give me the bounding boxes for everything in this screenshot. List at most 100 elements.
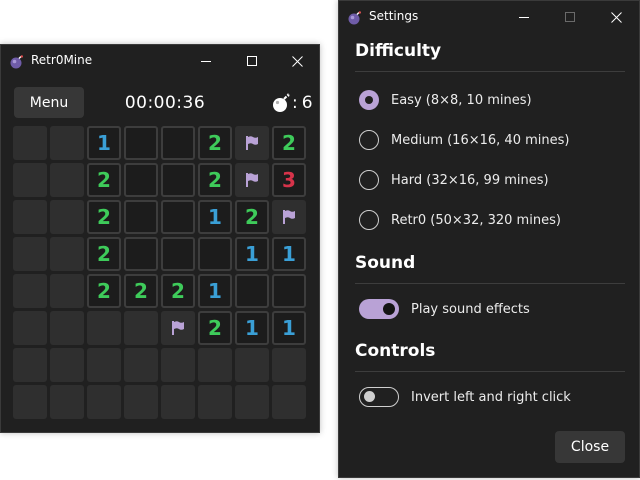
cell-hidden[interactable]	[13, 385, 47, 419]
cell-empty[interactable]	[161, 200, 195, 234]
difficulty-option-hard[interactable]: Hard (32×16, 99 mines)	[359, 168, 549, 192]
difficulty-option-retr0[interactable]: Retr0 (50×32, 320 mines)	[359, 208, 561, 232]
cell-hidden[interactable]	[235, 385, 269, 419]
cell-number[interactable]: 2	[124, 274, 158, 308]
cell-number[interactable]: 2	[87, 274, 121, 308]
bomb-icon	[273, 93, 290, 112]
sound-effects-toggle[interactable]	[359, 299, 399, 319]
radio-label: Retr0 (50×32, 320 mines)	[391, 212, 561, 228]
cell-hidden[interactable]	[124, 385, 158, 419]
cell-number[interactable]: 2	[198, 163, 232, 197]
cell-hidden[interactable]	[50, 126, 84, 160]
minimize-button[interactable]	[183, 45, 229, 77]
section-divider	[355, 71, 625, 72]
radio-button[interactable]	[359, 130, 379, 150]
cell-hidden[interactable]	[13, 311, 47, 345]
cell-hidden[interactable]	[87, 311, 121, 345]
cell-number[interactable]: 1	[198, 274, 232, 308]
cell-empty[interactable]	[161, 163, 195, 197]
cell-empty[interactable]	[124, 200, 158, 234]
cell-hidden[interactable]	[13, 200, 47, 234]
cell-hidden[interactable]	[50, 274, 84, 308]
cell-number-label: 1	[282, 242, 296, 266]
cell-number[interactable]: 1	[235, 237, 269, 271]
cell-empty[interactable]	[272, 274, 306, 308]
cell-number[interactable]: 1	[235, 311, 269, 345]
cell-number[interactable]: 2	[235, 200, 269, 234]
radio-button[interactable]	[359, 170, 379, 190]
cell-number[interactable]: 2	[198, 126, 232, 160]
toggle-label: Invert left and right click	[411, 389, 571, 405]
cell-hidden[interactable]	[87, 348, 121, 382]
cell-number[interactable]: 1	[272, 237, 306, 271]
cell-number[interactable]: 1	[87, 126, 121, 160]
sound-effects-setting[interactable]: Play sound effects	[359, 298, 530, 320]
invert-click-setting[interactable]: Invert left and right click	[359, 386, 571, 408]
cell-empty[interactable]	[124, 237, 158, 271]
cell-hidden[interactable]	[13, 163, 47, 197]
cell-empty[interactable]	[161, 237, 195, 271]
cell-number[interactable]: 2	[87, 163, 121, 197]
difficulty-option-medium[interactable]: Medium (16×16, 40 mines)	[359, 128, 569, 152]
minimize-button[interactable]	[501, 1, 547, 33]
minefield-grid[interactable]: 1222232122112221211	[13, 126, 309, 422]
close-window-button[interactable]	[593, 1, 639, 33]
cell-empty[interactable]	[198, 237, 232, 271]
cell-flagged[interactable]	[235, 163, 269, 197]
settings-titlebar[interactable]: Settings	[339, 1, 639, 33]
cell-hidden[interactable]	[50, 385, 84, 419]
cell-hidden[interactable]	[124, 348, 158, 382]
cell-empty[interactable]	[124, 163, 158, 197]
cell-number[interactable]: 3	[272, 163, 306, 197]
cell-number[interactable]: 2	[272, 126, 306, 160]
cell-flagged[interactable]	[235, 126, 269, 160]
cell-number[interactable]: 2	[161, 274, 195, 308]
cell-empty[interactable]	[124, 126, 158, 160]
cell-number-label: 3	[282, 168, 296, 192]
cell-number-label: 2	[97, 242, 111, 266]
cell-flagged[interactable]	[272, 200, 306, 234]
difficulty-option-easy[interactable]: Easy (8×8, 10 mines)	[359, 88, 532, 112]
cell-hidden[interactable]	[87, 385, 121, 419]
cell-hidden[interactable]	[272, 348, 306, 382]
cell-number[interactable]: 1	[272, 311, 306, 345]
cell-hidden[interactable]	[13, 274, 47, 308]
settings-window: Settings Difficulty Easy (8×8, 10 mines)…	[338, 0, 640, 478]
cell-number[interactable]: 2	[87, 237, 121, 271]
cell-hidden[interactable]	[50, 237, 84, 271]
cell-hidden[interactable]	[235, 348, 269, 382]
cell-hidden[interactable]	[198, 348, 232, 382]
cell-hidden[interactable]	[272, 385, 306, 419]
invert-click-toggle[interactable]	[359, 387, 399, 407]
cell-number-label: 2	[134, 279, 148, 303]
cell-number[interactable]: 2	[198, 311, 232, 345]
close-window-button[interactable]	[274, 45, 320, 77]
radio-button[interactable]	[359, 90, 379, 110]
game-titlebar[interactable]: Retr0Mine	[1, 45, 319, 77]
menu-button[interactable]: Menu	[14, 87, 84, 118]
cell-hidden[interactable]	[50, 163, 84, 197]
cell-hidden[interactable]	[161, 348, 195, 382]
cell-hidden[interactable]	[198, 385, 232, 419]
minimize-icon	[519, 17, 529, 18]
cell-hidden[interactable]	[124, 311, 158, 345]
flag-icon	[283, 210, 295, 224]
cell-hidden[interactable]	[13, 237, 47, 271]
cell-hidden[interactable]	[50, 200, 84, 234]
cell-hidden[interactable]	[50, 311, 84, 345]
close-button[interactable]: Close	[555, 431, 625, 463]
radio-button[interactable]	[359, 210, 379, 230]
cell-number[interactable]: 1	[198, 200, 232, 234]
maximize-button[interactable]	[229, 45, 275, 77]
cell-empty[interactable]	[161, 126, 195, 160]
cell-hidden[interactable]	[161, 385, 195, 419]
bomb-app-icon	[10, 54, 24, 69]
cell-number[interactable]: 2	[87, 200, 121, 234]
cell-flagged[interactable]	[161, 311, 195, 345]
cell-number-label: 2	[208, 168, 222, 192]
cell-hidden[interactable]	[50, 348, 84, 382]
cell-hidden[interactable]	[13, 348, 47, 382]
close-icon	[610, 11, 622, 23]
cell-hidden[interactable]	[13, 126, 47, 160]
cell-empty[interactable]	[235, 274, 269, 308]
